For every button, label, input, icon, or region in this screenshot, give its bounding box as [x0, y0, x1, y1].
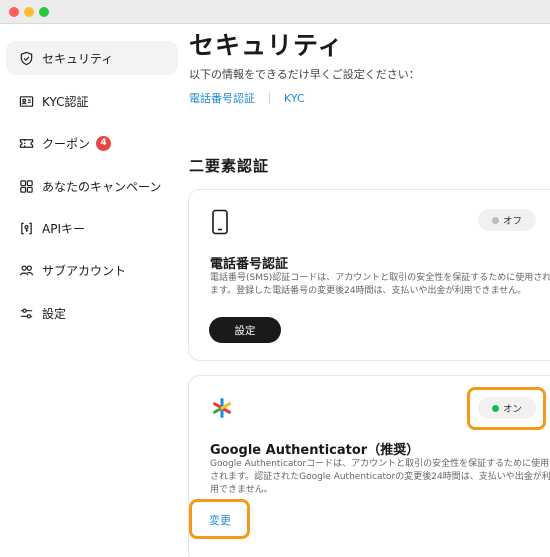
card-description: 電話番号(SMS)認証コードは、アカウントと取引の安全性を保証するために使用され…	[210, 273, 550, 296]
page-subtitle: 以下の情報をできるだけ早くご設定ください：	[189, 68, 420, 81]
coupon-count-badge: 4	[96, 135, 112, 151]
api-key-icon	[18, 220, 34, 236]
sidebar-item-campaigns[interactable]: あなたのキャンペーン	[6, 169, 178, 203]
sidebar-item-label: あなたのキャンペーン	[42, 179, 162, 194]
google-authenticator-icon	[211, 397, 233, 419]
sidebar: セキュリティ KYC認証 クーポン 4 あなたのキャンペーン APIキー サブア…	[0, 24, 183, 557]
status-off-dot	[491, 216, 499, 224]
window-maximize-button[interactable]	[39, 7, 49, 17]
sidebar-item-label: クーポン	[42, 136, 91, 151]
setup-links: 電話番号認証 KYC	[189, 90, 305, 106]
kyc-link[interactable]: KYC	[284, 92, 305, 105]
card-description: Google Authenticatorコードは、アカウントと取引の安全性を保証…	[210, 459, 550, 495]
sidebar-item-label: 設定	[42, 306, 67, 321]
status-highlight-box	[467, 387, 546, 430]
sidebar-item-sub-account[interactable]: サブアカウント	[6, 253, 178, 287]
window-close-button[interactable]	[9, 7, 19, 17]
sliders-icon	[18, 305, 34, 321]
section-title-2fa: 二要素認証	[189, 157, 270, 175]
sidebar-item-security[interactable]: セキュリティ	[6, 41, 178, 75]
id-card-icon	[18, 93, 34, 109]
change-highlight-box	[189, 499, 250, 539]
sidebar-item-label: セキュリティ	[42, 51, 114, 66]
window-titlebar	[0, 0, 550, 24]
phone-icon	[211, 209, 229, 235]
sidebar-item-label: サブアカウント	[42, 263, 127, 278]
phone-verification-card: オフ 電話番号認証 電話番号(SMS)認証コードは、アカウントと取引の安全性を保…	[188, 189, 550, 361]
card-title: 電話番号認証	[210, 257, 289, 272]
sidebar-item-label: KYC認証	[42, 94, 89, 109]
sidebar-item-label: APIキー	[42, 221, 85, 236]
window-minimize-button[interactable]	[24, 7, 34, 17]
card-title: Google Authenticator（推奨）	[210, 443, 420, 458]
sidebar-item-settings[interactable]: 設定	[6, 296, 178, 330]
sidebar-item-api-key[interactable]: APIキー	[6, 211, 178, 245]
app-window: セキュリティ KYC認証 クーポン 4 あなたのキャンペーン APIキー サブア…	[0, 24, 550, 557]
main-content: セキュリティ 以下の情報をできるだけ早くご設定ください： 電話番号認証 KYC …	[188, 24, 550, 557]
phone-verification-link[interactable]: 電話番号認証	[189, 90, 255, 106]
phone-status-badge: オフ	[478, 209, 536, 231]
users-icon	[18, 262, 34, 278]
link-divider	[269, 92, 270, 104]
page-title: セキュリティ	[189, 31, 344, 60]
grid-icon	[18, 178, 34, 194]
status-label: オフ	[502, 216, 522, 227]
shield-icon	[18, 50, 34, 66]
sidebar-item-kyc[interactable]: KYC認証	[6, 84, 178, 118]
ticket-icon	[18, 135, 34, 151]
phone-setup-button[interactable]: 設定	[209, 317, 281, 343]
sidebar-item-coupon[interactable]: クーポン 4	[6, 126, 178, 160]
